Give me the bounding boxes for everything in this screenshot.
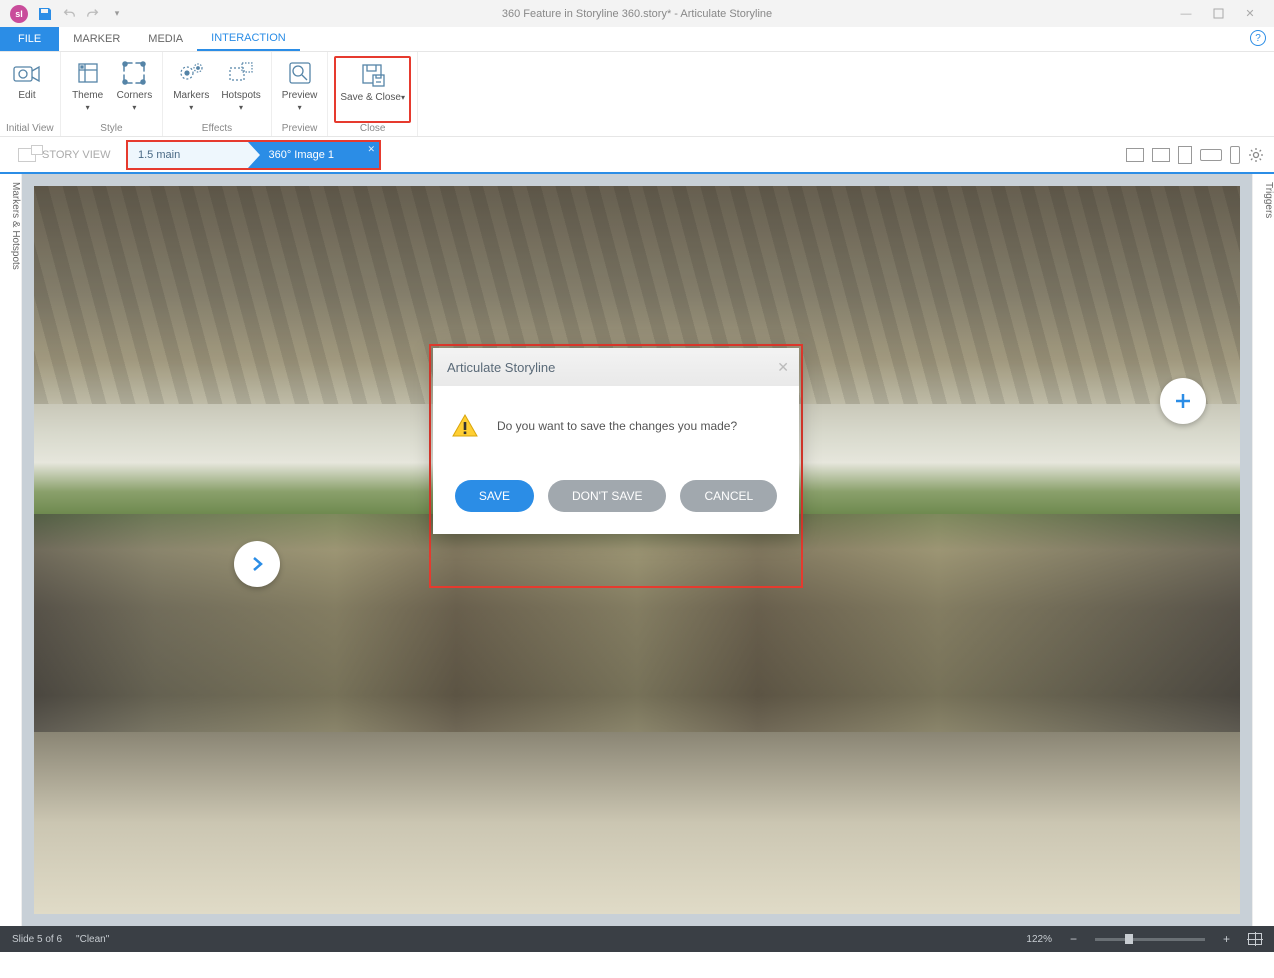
ribbon-group-close: Save & Close▾ Close [328, 52, 418, 136]
dropdown-caret-icon: ▾ [132, 103, 136, 112]
maximize-button[interactable] [1204, 3, 1232, 25]
close-window-button[interactable]: ✕ [1236, 3, 1264, 25]
hotspots-button[interactable]: Hotspots▾ [217, 56, 264, 123]
tab-file[interactable]: FILE [0, 27, 59, 51]
save-changes-dialog: Articulate Storyline ✕ Do you want to sa… [433, 348, 799, 534]
dialog-message: Do you want to save the changes you made… [497, 419, 737, 433]
add-marker-button[interactable] [1160, 378, 1206, 424]
title-bar: sl ▾ 360 Feature in Storyline 360.story*… [0, 0, 1274, 27]
fit-to-window-button[interactable] [1248, 933, 1262, 945]
phone-portrait-icon[interactable] [1230, 146, 1240, 164]
close-icon[interactable]: ✕ [367, 144, 375, 155]
tablet-landscape-icon[interactable] [1152, 148, 1170, 162]
breadcrumb-slide[interactable]: 1.5 main [128, 142, 248, 168]
tab-interaction[interactable]: INTERACTION [197, 27, 300, 51]
nav-arrow-marker[interactable] [234, 541, 280, 587]
dropdown-caret-icon: ▾ [189, 103, 193, 112]
canvas-wrap: Articulate Storyline ✕ Do you want to sa… [22, 174, 1252, 926]
save-close-icon [358, 60, 388, 90]
markers-hotspots-panel-tab[interactable]: Markers & Hotspots [0, 174, 22, 926]
theme-button[interactable]: Theme▾ [67, 56, 109, 123]
breadcrumb-highlight: 1.5 main 360° Image 1 ✕ [126, 140, 381, 170]
save-and-close-button[interactable]: Save & Close▾ [334, 56, 411, 123]
dropdown-caret-icon: ▾ [298, 103, 302, 112]
camera-icon [12, 58, 42, 88]
ribbon-tabs: FILE MARKER MEDIA INTERACTION ? [0, 27, 1274, 52]
ribbon-group-style: Theme▾ Corners▾ Style [61, 52, 164, 136]
tab-media[interactable]: MEDIA [134, 27, 197, 51]
ribbon-group-preview: Preview▾ Preview [272, 52, 329, 136]
cancel-button[interactable]: CANCEL [680, 480, 777, 512]
story-view-icon [18, 148, 36, 162]
zoom-slider[interactable] [1095, 938, 1205, 941]
dialog-titlebar: Articulate Storyline ✕ [433, 348, 799, 386]
dialog-buttons: SAVE DON'T SAVE CANCEL [433, 466, 799, 534]
breadcrumb-360-image[interactable]: 360° Image 1 ✕ [248, 142, 379, 168]
dropdown-caret-icon: ▾ [401, 93, 405, 102]
device-preview-controls [1126, 146, 1264, 164]
dialog-body: Do you want to save the changes you made… [433, 386, 799, 466]
tab-marker[interactable]: MARKER [59, 27, 134, 51]
undo-icon[interactable] [58, 3, 80, 25]
slide-indicator: Slide 5 of 6 [12, 934, 62, 945]
zoom-percent: 122% [1026, 934, 1052, 945]
qat-customize-icon[interactable]: ▾ [106, 3, 128, 25]
tablet-portrait-icon[interactable] [1178, 146, 1192, 164]
warning-icon [451, 412, 479, 440]
triggers-panel-tab[interactable]: Triggers [1252, 174, 1274, 926]
markers-icon [176, 58, 206, 88]
dropdown-caret-icon: ▾ [86, 103, 90, 112]
desktop-icon[interactable] [1126, 148, 1144, 162]
layout-name: "Clean" [76, 934, 109, 945]
edit-button[interactable]: Edit [6, 56, 48, 123]
minimize-button[interactable]: — [1172, 3, 1200, 25]
ribbon-group-effects: Markers▾ Hotspots▾ Effects [163, 52, 272, 136]
zoom-in-button[interactable]: + [1219, 932, 1234, 946]
phone-landscape-icon[interactable] [1200, 149, 1222, 161]
dropdown-caret-icon: ▾ [239, 103, 243, 112]
dialog-close-icon[interactable]: ✕ [777, 359, 789, 376]
quick-access-toolbar: ▾ [34, 3, 128, 25]
help-icon[interactable]: ? [1250, 30, 1266, 46]
hotspots-icon [226, 58, 256, 88]
status-bar: Slide 5 of 6 "Clean" 122% − + [0, 926, 1274, 952]
markers-button[interactable]: Markers▾ [169, 56, 213, 123]
breadcrumb-bar: STORY VIEW 1.5 main 360° Image 1 ✕ [0, 137, 1274, 174]
preview-icon [285, 58, 315, 88]
canvas-360-image[interactable]: Articulate Storyline ✕ Do you want to sa… [34, 186, 1240, 914]
ribbon: Edit Initial View Theme▾ Corners▾ Style [0, 52, 1274, 137]
dont-save-button[interactable]: DON'T SAVE [548, 480, 667, 512]
story-view-button[interactable]: STORY VIEW [0, 148, 120, 162]
office-floor [34, 732, 1240, 914]
preview-button[interactable]: Preview▾ [278, 56, 322, 123]
gear-icon[interactable] [1248, 147, 1264, 163]
zoom-out-button[interactable]: − [1066, 932, 1081, 946]
ribbon-group-initial-view: Edit Initial View [0, 52, 61, 136]
save-icon[interactable] [34, 3, 56, 25]
corners-icon [119, 58, 149, 88]
corners-button[interactable]: Corners▾ [113, 56, 157, 123]
window-title: 360 Feature in Storyline 360.story* - Ar… [502, 8, 772, 20]
theme-icon [73, 58, 103, 88]
redo-icon[interactable] [82, 3, 104, 25]
app-logo-icon: sl [10, 5, 28, 23]
save-button[interactable]: SAVE [455, 480, 534, 512]
workspace: Markers & Hotspots Articulate Storyline … [0, 174, 1274, 926]
